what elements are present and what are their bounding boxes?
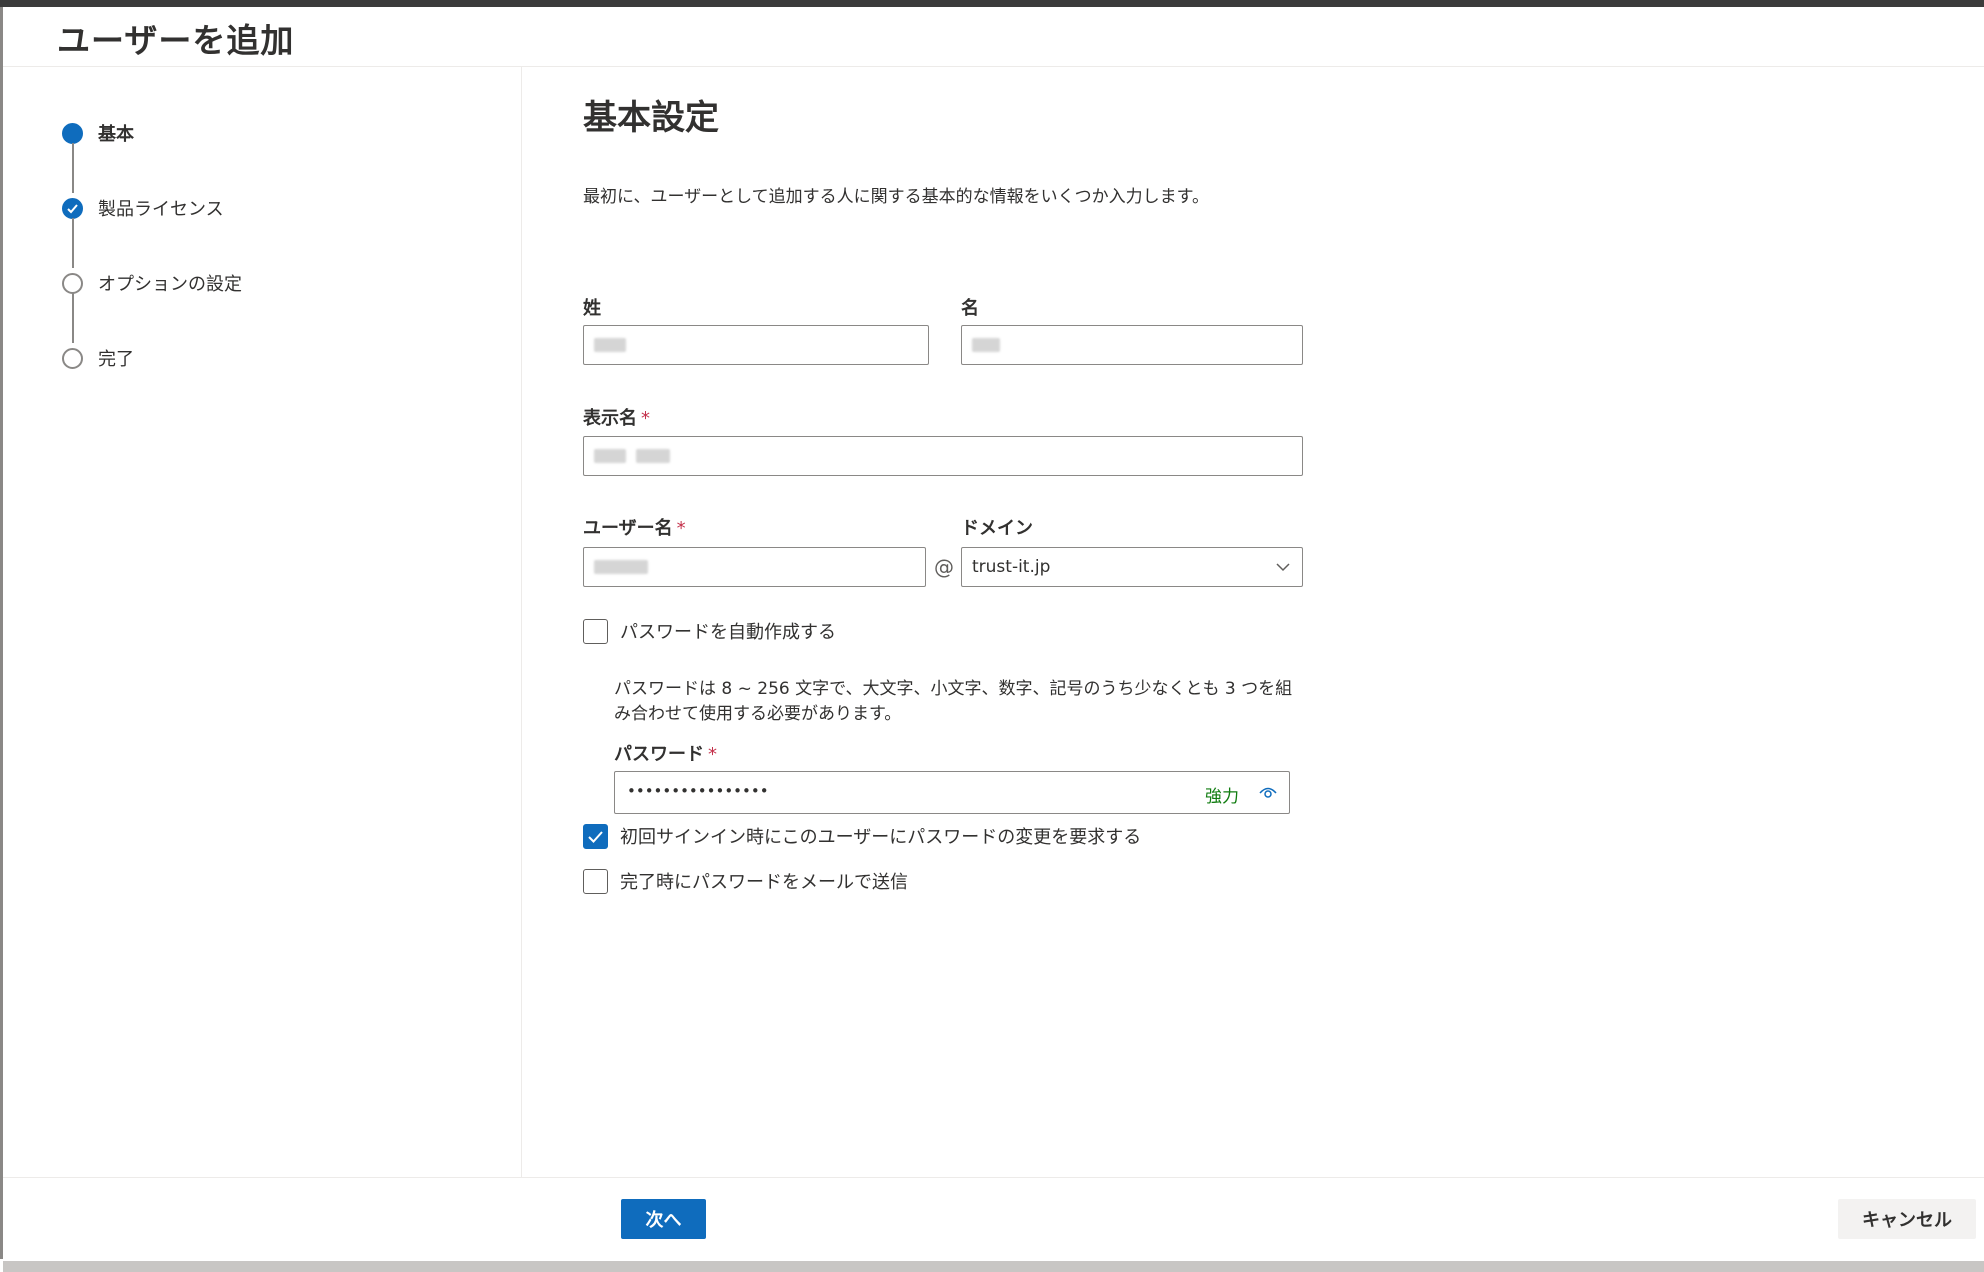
left-edge [0, 7, 3, 1259]
auto-password-label: パスワードを自動作成する [620, 622, 836, 643]
password-label: パスワード * [614, 744, 717, 765]
step-finish[interactable]: 完了 [62, 345, 134, 371]
redacted-text [594, 449, 626, 463]
sidebar-divider [521, 67, 522, 1177]
checkmark-icon [588, 830, 603, 843]
step-pending-indicator [62, 272, 83, 294]
header-divider [3, 66, 1984, 67]
username-input[interactable] [583, 547, 926, 587]
at-symbol: @ [934, 555, 954, 579]
step-label: 製品ライセンス [98, 199, 224, 220]
first-name-label: 名 [961, 298, 979, 319]
display-name-label: 表示名 * [583, 408, 650, 429]
step-label: 完了 [98, 349, 134, 370]
auto-password-checkbox[interactable] [583, 618, 608, 644]
section-title: 基本設定 [583, 98, 719, 138]
step-label: 基本 [98, 124, 134, 145]
step-pending-indicator [62, 347, 83, 369]
require-change-checkbox[interactable] [583, 823, 608, 849]
redacted-text [594, 560, 648, 574]
panel-title: ユーザーを追加 [57, 21, 295, 60]
step-connector [72, 143, 74, 193]
password-input[interactable]: •••••••••••••••• 強力 [614, 771, 1290, 814]
require-change-label: 初回サインイン時にこのユーザーにパスワードの変更を要求する [620, 827, 1142, 848]
horizontal-scrollbar[interactable] [3, 1261, 1984, 1272]
email-password-label: 完了時にパスワードをメールで送信 [620, 872, 908, 893]
redacted-text [636, 449, 670, 463]
last-name-input[interactable] [583, 325, 929, 365]
domain-value: trust-it.jp [972, 557, 1051, 577]
window-top-bar [0, 0, 1984, 7]
username-label: ユーザー名 * [583, 518, 686, 539]
domain-select[interactable]: trust-it.jp [961, 547, 1303, 587]
display-name-input[interactable] [583, 436, 1303, 476]
auto-password-checkbox-row[interactable]: パスワードを自動作成する [583, 618, 836, 644]
step-connector [72, 218, 74, 268]
password-strength: 強力 [1205, 787, 1239, 807]
domain-label: ドメイン [961, 518, 1033, 539]
step-label: オプションの設定 [98, 274, 242, 295]
eye-icon[interactable] [1257, 782, 1279, 804]
step-optional-settings[interactable]: オプションの設定 [62, 270, 242, 296]
first-name-input[interactable] [961, 325, 1303, 365]
next-button[interactable]: 次へ [621, 1199, 706, 1239]
redacted-text [972, 338, 1000, 352]
redacted-text [594, 338, 626, 352]
step-connector [72, 293, 74, 343]
email-password-checkbox-row[interactable]: 完了時にパスワードをメールで送信 [583, 868, 908, 894]
section-description: 最初に、ユーザーとして追加する人に関する基本的な情報をいくつか入力します。 [583, 187, 1209, 207]
email-password-checkbox[interactable] [583, 868, 608, 894]
chevron-down-icon [1276, 563, 1290, 572]
footer-divider [3, 1177, 1984, 1178]
checkmark-icon [62, 197, 83, 219]
cancel-button[interactable]: キャンセル [1838, 1199, 1976, 1239]
last-name-label: 姓 [583, 298, 601, 319]
require-change-checkbox-row[interactable]: 初回サインイン時にこのユーザーにパスワードの変更を要求する [583, 823, 1141, 849]
password-hint: パスワードは 8 ~ 256 文字で、大文字、小文字、数字、記号のうち少なくとも… [614, 679, 1293, 724]
password-masked-value: •••••••••••••••• [627, 782, 769, 800]
step-product-license[interactable]: 製品ライセンス [62, 195, 224, 221]
step-current-indicator [62, 122, 83, 144]
